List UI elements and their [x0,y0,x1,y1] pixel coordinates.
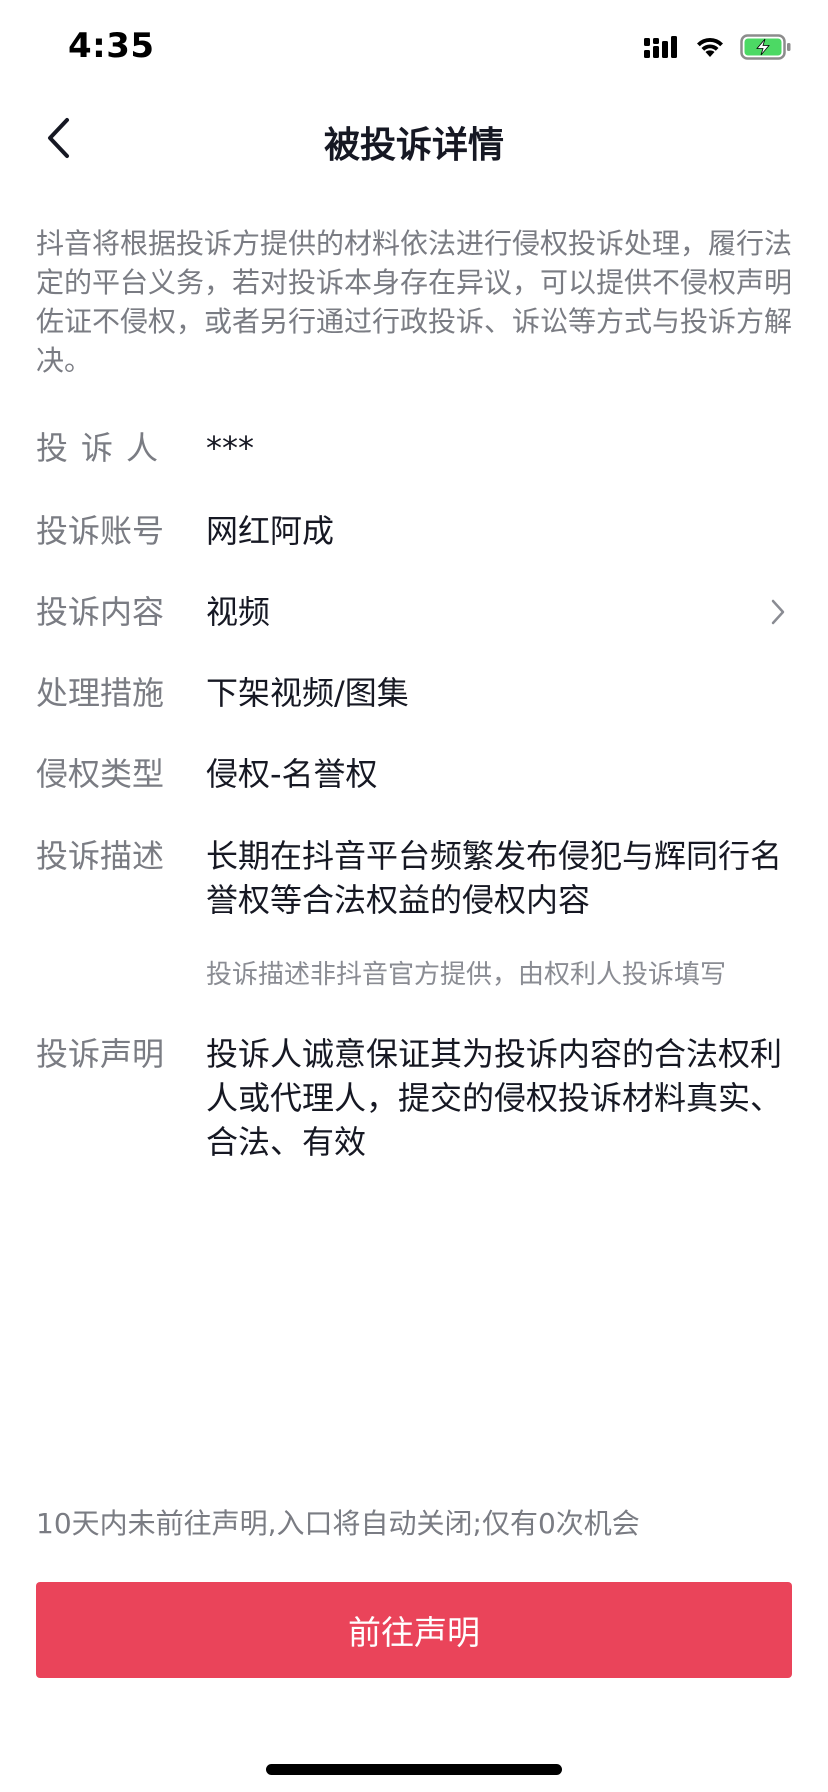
content-value: 视频 [206,593,271,631]
account-label: 投诉账号 [36,512,165,550]
description-label: 投诉描述 [36,837,165,875]
wifi-icon [694,35,726,63]
content-label: 投诉内容 [36,593,165,631]
description-value: 长期在抖音平台频繁发布侵犯与辉同行名誉权等合法权益的侵权内容 [206,837,783,919]
account-value: 网红阿成 [206,512,335,550]
status-time: 4:35 [68,26,155,66]
detail-row-content[interactable]: 投诉内容 视频 [36,590,792,634]
status-bar: 4:35 [0,0,828,100]
statement-value: 投诉人诚意保证其为投诉内容的合法权利人或代理人，提交的侵权投诉材料真实、合法、有… [206,1035,783,1161]
nav-bar: 被投诉详情 [0,100,828,180]
go-declare-button[interactable]: 前往声明 [36,1582,792,1678]
page-title: 被投诉详情 [323,125,504,166]
description-note: 投诉描述非抖音官方提供，由权利人投诉填写 [206,960,727,990]
infringement-type-value: 侵权-名誉权 [206,755,378,793]
declaration-deadline-notice: 10天内未前往声明,入口将自动关闭;仅有0次机会 [36,1507,640,1540]
status-icons [644,34,792,64]
measure-value: 下架视频/图集 [206,674,409,712]
cellular-signal-icon [644,35,680,63]
chevron-right-icon[interactable] [764,598,792,626]
complainant-label: 投诉人 [36,429,172,467]
intro-text: 抖音将根据投诉方提供的材料依法进行侵权投诉处理，履行法定的平台义务，若对投诉本身… [36,227,793,377]
measure-label: 处理措施 [36,674,165,712]
battery-charging-icon [740,34,792,64]
home-indicator [266,1764,562,1775]
complainant-value: *** [206,429,254,467]
infringement-type-label: 侵权类型 [36,755,165,793]
statement-label: 投诉声明 [36,1035,165,1073]
